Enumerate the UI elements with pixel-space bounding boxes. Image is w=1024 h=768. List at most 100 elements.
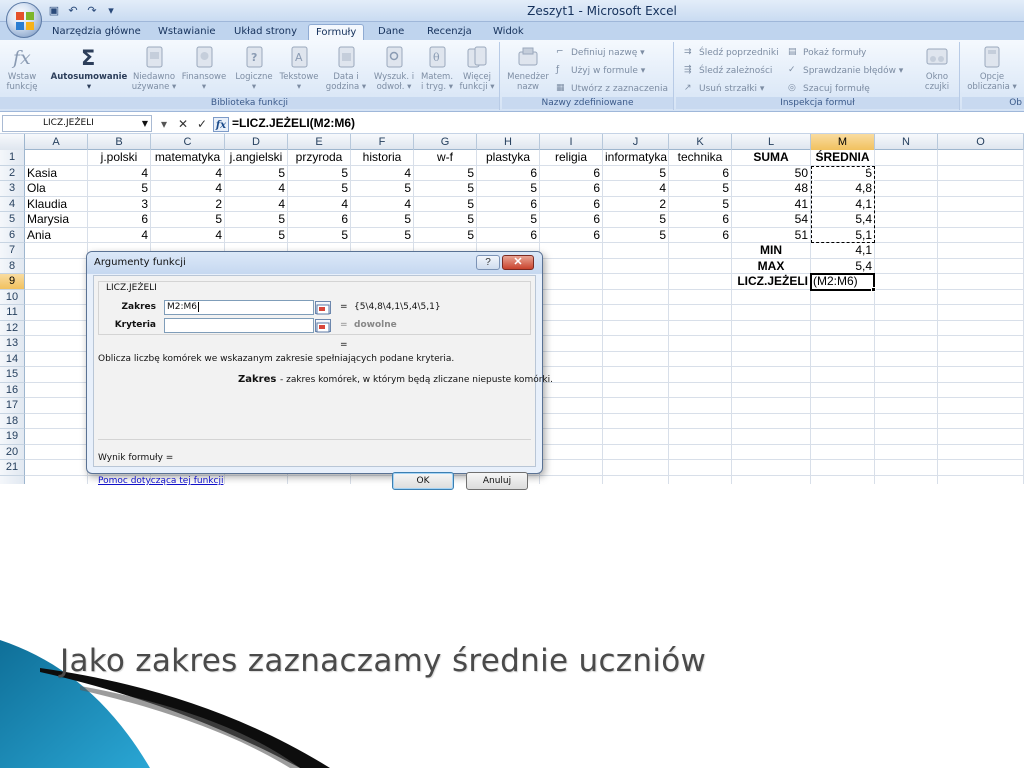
cell-empty[interactable]	[25, 150, 88, 166]
grade-cell[interactable]: 6	[540, 181, 603, 197]
cell-empty[interactable]	[938, 305, 1024, 321]
cell-empty[interactable]	[603, 274, 669, 290]
cell-empty[interactable]	[540, 258, 603, 274]
datetime-button[interactable]: Data i godzina ▾	[323, 44, 369, 92]
grade-cell[interactable]: 5	[288, 181, 351, 197]
cell-empty[interactable]	[875, 444, 938, 460]
cell-empty[interactable]	[669, 413, 732, 429]
cell-empty[interactable]	[603, 460, 669, 476]
header-cell[interactable]: informatyka	[603, 150, 669, 166]
row-header-11[interactable]: 11	[0, 305, 25, 321]
row-header-15[interactable]: 15	[0, 367, 25, 383]
row-header-5[interactable]: 5	[0, 212, 25, 228]
cell-empty[interactable]	[25, 305, 88, 321]
column-header-e[interactable]: E	[288, 134, 351, 150]
summary-value-cell[interactable]: 4,1	[811, 243, 875, 259]
column-header-j[interactable]: J	[603, 134, 669, 150]
header-cell[interactable]: matematyka	[151, 150, 225, 166]
cell-empty[interactable]	[938, 320, 1024, 336]
cell-empty[interactable]	[811, 398, 875, 414]
cell-empty[interactable]	[875, 351, 938, 367]
summary-value-cell[interactable]: 5,4	[811, 258, 875, 274]
sum-cell[interactable]: 48	[732, 181, 811, 197]
cell-empty[interactable]	[540, 351, 603, 367]
dialog-close-button[interactable]: ✕	[502, 255, 534, 270]
trace-dependents-button[interactable]: ⇶ Śledź zależności	[684, 64, 772, 78]
row-header-16[interactable]: 16	[0, 382, 25, 398]
cell-empty[interactable]	[669, 444, 732, 460]
column-header-n[interactable]: N	[875, 134, 938, 150]
cell-empty[interactable]	[732, 413, 811, 429]
cancel-button[interactable]: Anuluj	[466, 472, 528, 490]
cell-empty[interactable]	[875, 460, 938, 476]
header-cell[interactable]: religia	[540, 150, 603, 166]
grade-cell[interactable]: 4	[288, 196, 351, 212]
column-header-c[interactable]: C	[151, 134, 225, 150]
cell-empty[interactable]	[811, 320, 875, 336]
ok-button[interactable]: OK	[392, 472, 454, 490]
cell-empty[interactable]	[669, 429, 732, 445]
cell-empty[interactable]	[811, 382, 875, 398]
cell-empty[interactable]	[811, 460, 875, 476]
grade-cell[interactable]: 6	[540, 196, 603, 212]
row-header-4[interactable]: 4	[0, 196, 25, 212]
column-header-o[interactable]: O	[938, 134, 1024, 150]
cell-empty[interactable]	[811, 413, 875, 429]
cell-empty[interactable]	[875, 305, 938, 321]
grade-cell[interactable]: 5	[414, 196, 477, 212]
cell-empty[interactable]	[938, 413, 1024, 429]
header-cell[interactable]: ŚREDNIA	[811, 150, 875, 166]
column-header-a[interactable]: A	[25, 134, 88, 150]
use-in-formula-button[interactable]: ƒ Użyj w formule ▾	[556, 64, 645, 78]
grade-cell[interactable]: 5	[603, 165, 669, 181]
cell-empty[interactable]	[875, 336, 938, 352]
grade-cell[interactable]: 4	[88, 227, 151, 243]
cell-empty[interactable]	[603, 413, 669, 429]
cell-empty[interactable]	[811, 367, 875, 383]
column-header-d[interactable]: D	[225, 134, 288, 150]
cell-empty[interactable]	[732, 305, 811, 321]
more-functions-button[interactable]: Więcej funkcji ▾	[457, 44, 497, 92]
grade-cell[interactable]: 5	[414, 165, 477, 181]
grade-cell[interactable]: 5	[414, 212, 477, 228]
grade-cell[interactable]: 6	[669, 165, 732, 181]
grade-cell[interactable]: 4	[151, 181, 225, 197]
grade-cell[interactable]: 4	[88, 165, 151, 181]
row-header-partial[interactable]	[0, 475, 25, 484]
cell-empty[interactable]	[811, 336, 875, 352]
column-header-i[interactable]: I	[540, 134, 603, 150]
cell-empty[interactable]	[875, 382, 938, 398]
cell-empty[interactable]	[540, 305, 603, 321]
cell-empty[interactable]	[25, 413, 88, 429]
grade-cell[interactable]: 4	[151, 227, 225, 243]
dialog-title[interactable]: Argumenty funkcji	[87, 252, 542, 274]
error-checking-button[interactable]: ✓ Sprawdzanie błędów ▾	[788, 64, 903, 78]
cell-empty[interactable]	[288, 475, 351, 484]
grade-cell[interactable]: 4	[603, 181, 669, 197]
insert-function-button[interactable]: fx Wstaw funkcję	[4, 44, 40, 92]
logical-button[interactable]: ? Logiczne ▾	[232, 44, 276, 92]
cell-empty[interactable]	[875, 243, 938, 259]
confirm-entry-icon[interactable]: ✓	[194, 116, 210, 132]
grade-cell[interactable]: 6	[477, 196, 540, 212]
cell-empty[interactable]	[875, 212, 938, 228]
tab-insert[interactable]: Wstawianie	[158, 24, 216, 40]
cancel-entry-icon[interactable]: ✕	[175, 116, 191, 132]
cell-empty[interactable]	[938, 429, 1024, 445]
insert-function-icon[interactable]: fx	[213, 116, 229, 132]
grade-cell[interactable]: 5	[603, 212, 669, 228]
cell-empty[interactable]	[603, 258, 669, 274]
cell-empty[interactable]	[603, 351, 669, 367]
header-cell[interactable]: SUMA	[732, 150, 811, 166]
grade-cell[interactable]: 6	[540, 227, 603, 243]
cell-empty[interactable]	[669, 305, 732, 321]
select-all-corner[interactable]	[0, 134, 25, 150]
cell-empty[interactable]	[25, 398, 88, 414]
cell-empty[interactable]	[732, 460, 811, 476]
column-header-g[interactable]: G	[414, 134, 477, 150]
row-header-21[interactable]: 21	[0, 460, 25, 476]
recent-functions-button[interactable]: Niedawno używane ▾	[131, 44, 177, 92]
name-box-dropdown-icon[interactable]: ▼	[142, 116, 148, 131]
row-header-8[interactable]: 8	[0, 258, 25, 274]
cell-empty[interactable]	[938, 351, 1024, 367]
